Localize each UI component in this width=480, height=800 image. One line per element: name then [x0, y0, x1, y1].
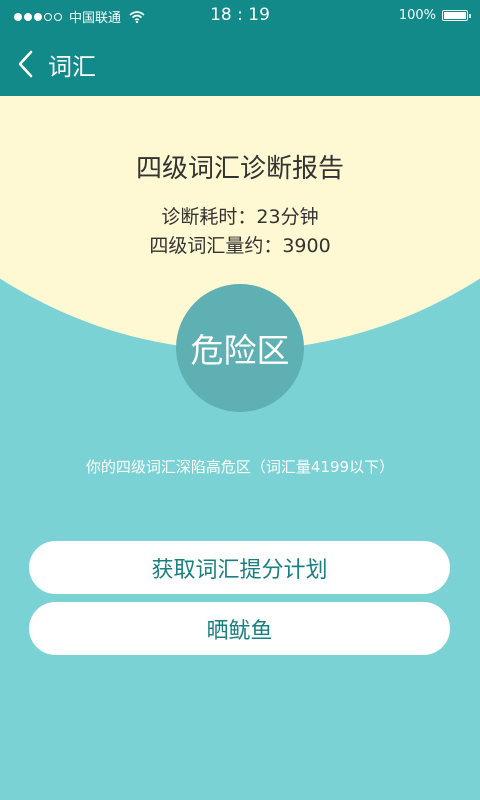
battery-fill — [444, 12, 466, 19]
vocab-estimate: 四级词汇量约：3900 — [149, 235, 331, 257]
diagnosis-duration: 诊断耗时：23分钟 — [161, 206, 319, 228]
status-bar: 中国联通 18 : 19 100% — [0, 0, 480, 32]
zone-badge: 危险区 — [176, 284, 304, 412]
back-button[interactable]: 词汇 — [14, 46, 96, 82]
get-plan-button[interactable]: 获取词汇提分计划 — [29, 541, 450, 594]
battery-icon — [442, 10, 471, 21]
status-right: 100% — [398, 8, 471, 23]
battery-percentage: 100% — [398, 8, 436, 23]
share-label: 晒鱿鱼 — [206, 618, 273, 644]
report-title: 四级词汇诊断报告 — [135, 154, 344, 184]
screen: 中国联通 18 : 19 100% 词汇 四级词汇诊断报告 诊断耗时：23分钟 … — [0, 0, 480, 800]
get-plan-label: 获取词汇提分计划 — [151, 557, 328, 583]
nav-bar: 词汇 — [0, 32, 480, 96]
header: 中国联通 18 : 19 100% 词汇 — [0, 0, 480, 96]
page-title: 词汇 — [48, 52, 96, 81]
warning-text: 你的四级词汇深陷高危区（词汇量4199以下） — [85, 458, 395, 476]
share-button[interactable]: 晒鱿鱼 — [29, 602, 450, 655]
zone-label: 危险区 — [190, 331, 290, 370]
chevron-left-icon — [18, 50, 33, 78]
